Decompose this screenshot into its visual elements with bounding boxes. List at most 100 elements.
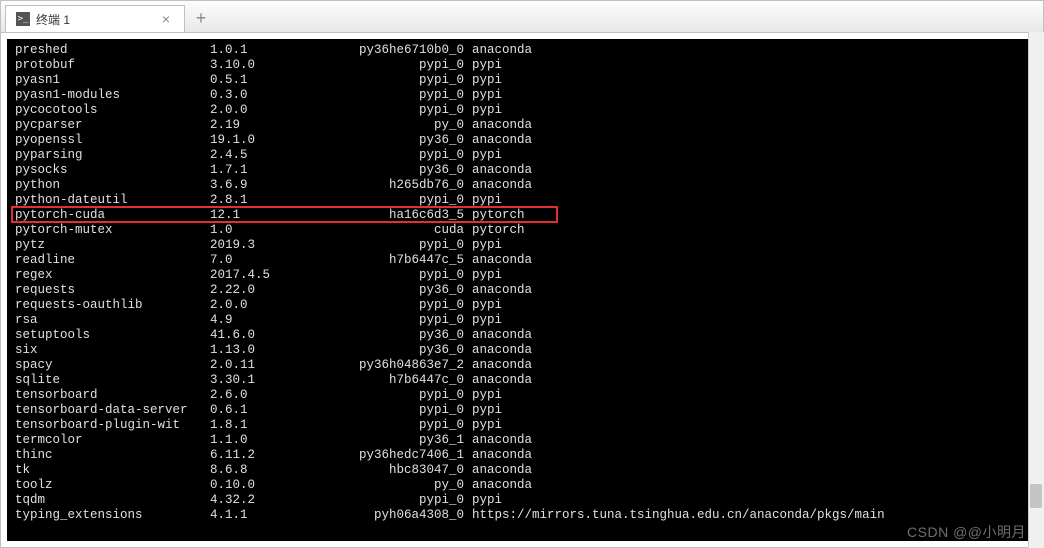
pkg-channel: anaconda [470, 358, 1029, 373]
pkg-name: pytorch-mutex [15, 223, 210, 238]
pkg-name: requests [15, 283, 210, 298]
pkg-channel: anaconda [470, 178, 1029, 193]
pkg-version: 6.11.2 [210, 448, 340, 463]
pkg-channel: anaconda [470, 463, 1029, 478]
terminal-window: >_ 终端 1 × + preshed1.0.1py36he6710b0_0an… [0, 0, 1044, 548]
pkg-channel: pypi [470, 103, 1029, 118]
table-row: pyopenssl19.1.0py36_0anaconda [15, 133, 1029, 148]
pkg-channel: anaconda [470, 253, 1029, 268]
pkg-build: py36_0 [340, 133, 470, 148]
pkg-version: 3.10.0 [210, 58, 340, 73]
pkg-version: 2.19 [210, 118, 340, 133]
pkg-name: pyparsing [15, 148, 210, 163]
pkg-name: tensorboard-data-server [15, 403, 210, 418]
terminal-output[interactable]: preshed1.0.1py36he6710b0_0anacondaprotob… [7, 39, 1037, 541]
table-row: pysocks1.7.1py36_0anaconda [15, 163, 1029, 178]
pkg-name: tensorboard-plugin-wit [15, 418, 210, 433]
pkg-name: pyasn1 [15, 73, 210, 88]
pkg-name: pytz [15, 238, 210, 253]
pkg-version: 4.9 [210, 313, 340, 328]
pkg-build: cuda [340, 223, 470, 238]
pkg-channel: pypi [470, 58, 1029, 73]
pkg-name: typing_extensions [15, 508, 210, 523]
scroll-thumb[interactable] [1030, 484, 1042, 508]
table-row: requests2.22.0py36_0anaconda [15, 283, 1029, 298]
pkg-channel: pytorch [470, 223, 1029, 238]
pkg-version: 2.4.5 [210, 148, 340, 163]
pkg-version: 12.1 [210, 208, 340, 223]
pkg-version: 2.0.11 [210, 358, 340, 373]
pkg-build: pypi_0 [340, 148, 470, 163]
pkg-channel: anaconda [470, 118, 1029, 133]
pkg-channel: pypi [470, 238, 1029, 253]
pkg-name: pysocks [15, 163, 210, 178]
pkg-version: 1.1.0 [210, 433, 340, 448]
pkg-version: 2.22.0 [210, 283, 340, 298]
pkg-version: 19.1.0 [210, 133, 340, 148]
pkg-version: 3.30.1 [210, 373, 340, 388]
pkg-channel: pypi [470, 88, 1029, 103]
pkg-channel: anaconda [470, 283, 1029, 298]
table-row: preshed1.0.1py36he6710b0_0anaconda [15, 43, 1029, 58]
pkg-build: pypi_0 [340, 238, 470, 253]
pkg-build: py36hedc7406_1 [340, 448, 470, 463]
table-row: toolz0.10.0py_0anaconda [15, 478, 1029, 493]
pkg-build: h7b6447c_5 [340, 253, 470, 268]
pkg-build: py36_0 [340, 283, 470, 298]
pkg-channel: anaconda [470, 343, 1029, 358]
pkg-version: 2019.3 [210, 238, 340, 253]
pkg-build: pypi_0 [340, 493, 470, 508]
pkg-build: py_0 [340, 478, 470, 493]
pkg-build: pypi_0 [340, 403, 470, 418]
tab-title: 终端 1 [36, 11, 152, 28]
pkg-version: 0.5.1 [210, 73, 340, 88]
pkg-name: pytorch-cuda [15, 208, 210, 223]
table-row: tensorboard2.6.0pypi_0pypi [15, 388, 1029, 403]
pkg-name: requests-oauthlib [15, 298, 210, 313]
close-icon[interactable]: × [158, 11, 174, 27]
tab-terminal-1[interactable]: >_ 终端 1 × [5, 5, 185, 32]
pkg-name: tk [15, 463, 210, 478]
pkg-version: 2.0.0 [210, 103, 340, 118]
pkg-name: python [15, 178, 210, 193]
pkg-name: preshed [15, 43, 210, 58]
pkg-version: 41.6.0 [210, 328, 340, 343]
table-row: tensorboard-data-server0.6.1pypi_0pypi [15, 403, 1029, 418]
pkg-version: 4.1.1 [210, 508, 340, 523]
table-row: termcolor1.1.0py36_1anaconda [15, 433, 1029, 448]
pkg-channel: pypi [470, 298, 1029, 313]
pkg-build: py36_1 [340, 433, 470, 448]
pkg-channel: anaconda [470, 448, 1029, 463]
pkg-name: thinc [15, 448, 210, 463]
table-row: spacy2.0.11py36h04863e7_2anaconda [15, 358, 1029, 373]
pkg-version: 1.8.1 [210, 418, 340, 433]
pkg-name: pyasn1-modules [15, 88, 210, 103]
table-row: typing_extensions4.1.1pyh06a4308_0https:… [15, 508, 1029, 523]
pkg-build: pypi_0 [340, 418, 470, 433]
table-row: setuptools41.6.0py36_0anaconda [15, 328, 1029, 343]
pkg-build: ha16c6d3_5 [340, 208, 470, 223]
vertical-scrollbar[interactable] [1028, 32, 1044, 548]
pkg-build: pypi_0 [340, 73, 470, 88]
pkg-version: 1.13.0 [210, 343, 340, 358]
pkg-version: 8.6.8 [210, 463, 340, 478]
terminal-body-wrap: preshed1.0.1py36he6710b0_0anacondaprotob… [1, 33, 1043, 547]
pkg-name: pyopenssl [15, 133, 210, 148]
pkg-name: six [15, 343, 210, 358]
tab-bar: >_ 终端 1 × + [1, 1, 1043, 33]
pkg-channel: https://mirrors.tuna.tsinghua.edu.cn/ana… [470, 508, 1029, 523]
pkg-version: 0.6.1 [210, 403, 340, 418]
pkg-channel: anaconda [470, 478, 1029, 493]
pkg-name: protobuf [15, 58, 210, 73]
pkg-build: py36h04863e7_2 [340, 358, 470, 373]
pkg-name: pycparser [15, 118, 210, 133]
pkg-version: 2.6.0 [210, 388, 340, 403]
pkg-channel: pypi [470, 148, 1029, 163]
new-tab-button[interactable]: + [187, 5, 215, 32]
pkg-build: h265db76_0 [340, 178, 470, 193]
pkg-version: 1.0 [210, 223, 340, 238]
table-row: python-dateutil2.8.1pypi_0pypi [15, 193, 1029, 208]
table-row: python3.6.9h265db76_0anaconda [15, 178, 1029, 193]
pkg-build: py36_0 [340, 163, 470, 178]
table-row: readline7.0h7b6447c_5anaconda [15, 253, 1029, 268]
